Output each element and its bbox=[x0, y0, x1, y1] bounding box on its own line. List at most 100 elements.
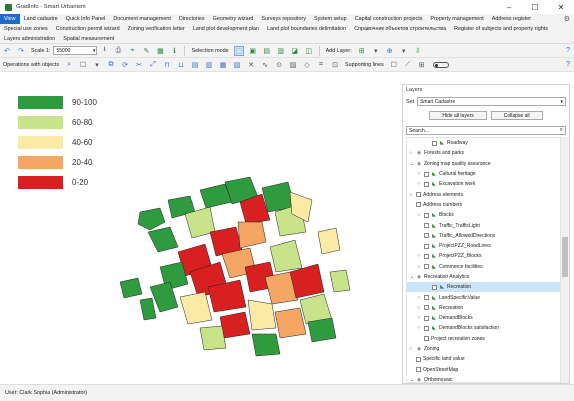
help-icon[interactable]: ? bbox=[566, 47, 570, 54]
layer-visibility-checkbox[interactable] bbox=[416, 356, 421, 362]
pencil-icon[interactable]: ✎ bbox=[141, 46, 151, 56]
undo-icon[interactable]: ↶ bbox=[2, 46, 12, 56]
merge-icon[interactable]: ⊓ bbox=[162, 60, 172, 70]
layer-tree-node[interactable]: ⌄ ◉ Zoning map quality assurance bbox=[407, 159, 560, 169]
help-icon-2[interactable]: ? bbox=[566, 61, 570, 68]
doc-add-icon[interactable]: ▦ bbox=[218, 60, 228, 70]
print-icon[interactable]: ⎙ bbox=[113, 46, 123, 56]
layer-tree-node[interactable]: › ◣ Excavation work bbox=[407, 179, 560, 189]
doc-icon[interactable]: ▤ bbox=[190, 60, 200, 70]
menu-item[interactable]: Spatial measurement bbox=[59, 34, 118, 44]
layer-visibility-checkbox[interactable] bbox=[424, 325, 429, 331]
layer-tree-node[interactable]: › Address elements bbox=[407, 189, 560, 199]
scrollbar-thumb[interactable] bbox=[562, 237, 568, 277]
layer-tree-node[interactable]: Specific land value bbox=[407, 354, 560, 364]
menu-item[interactable]: Capital construction projects bbox=[351, 14, 427, 24]
layer-tree-node[interactable]: › ◣ Commerce facilities bbox=[407, 262, 560, 272]
layer-tree-node[interactable]: Address numbers bbox=[407, 200, 560, 210]
doc-attach-icon[interactable]: ▧ bbox=[232, 60, 242, 70]
layer-tree-node[interactable]: › ◣ Blocks bbox=[407, 210, 560, 220]
menu-item[interactable]: Land cadastre bbox=[20, 14, 62, 24]
lines-grid-icon[interactable]: ⊞ bbox=[417, 60, 427, 70]
cut-icon[interactable]: ✂ bbox=[134, 60, 144, 70]
zoom-to-icon[interactable]: ⌕ bbox=[64, 60, 74, 70]
layer-tree-node[interactable]: ◣ Recreation bbox=[407, 282, 560, 293]
layer-visibility-checkbox[interactable] bbox=[424, 212, 429, 218]
node-icon[interactable]: ⊙ bbox=[274, 60, 284, 70]
select-intersect-icon[interactable]: ▥ bbox=[276, 46, 286, 56]
layer-tree-node[interactable]: › ◣ Cultural heritage bbox=[407, 169, 560, 179]
select-polygon-icon[interactable]: ◪ bbox=[290, 46, 300, 56]
layer-tree-node[interactable]: ◣ Traffic_AllowedDirections bbox=[407, 231, 560, 241]
layer-tree-node[interactable]: ⌄ ◉ Orthomosaic bbox=[407, 375, 560, 382]
close-icon[interactable]: ✕ bbox=[548, 0, 574, 14]
select-add-icon[interactable]: ▣ bbox=[248, 46, 258, 56]
menu-item[interactable]: View bbox=[0, 14, 20, 24]
layer-tree-node[interactable]: › ◣ LandSpecificValue bbox=[407, 292, 560, 302]
menu-item[interactable]: Land plot boundaries delimitation bbox=[263, 24, 350, 34]
menu-item[interactable]: Zoning verification letter bbox=[124, 24, 189, 34]
split-icon[interactable]: ⊔ bbox=[176, 60, 186, 70]
layer-visibility-checkbox[interactable] bbox=[424, 295, 429, 301]
layer-tree-scrollbar[interactable] bbox=[561, 137, 569, 383]
layer-tree-node[interactable]: › ◉ Zoning bbox=[407, 344, 560, 354]
measure-icon[interactable]: ⊡ bbox=[330, 60, 340, 70]
download-icon[interactable]: ⭳ bbox=[99, 46, 109, 56]
layer-tree-node[interactable]: ◣ Roadway bbox=[407, 138, 560, 148]
layer-visibility-checkbox[interactable] bbox=[432, 140, 437, 146]
lines-checkbox-icon[interactable]: ☐ bbox=[389, 60, 399, 70]
layer-visibility-checkbox[interactable] bbox=[416, 192, 421, 198]
layer-tree-node[interactable]: OpenStreetMap bbox=[407, 365, 560, 375]
minimize-icon[interactable]: – bbox=[496, 0, 522, 14]
menu-item[interactable]: Property management bbox=[426, 14, 487, 24]
layer-visibility-checkbox[interactable] bbox=[424, 233, 429, 239]
menu-item[interactable]: Directories bbox=[175, 14, 209, 24]
menu-item[interactable]: Register of subjects and property rights bbox=[450, 24, 552, 34]
layer-tree-node[interactable]: › ◣ ProjectPZZ_Blocks bbox=[407, 251, 560, 261]
layer-visibility-checkbox[interactable] bbox=[424, 223, 429, 229]
layer-options-icon[interactable]: ▾ bbox=[399, 46, 409, 56]
layer-tree-node[interactable]: › ◣ Recreation bbox=[407, 303, 560, 313]
add-layer-dropdown-icon[interactable]: ▾ bbox=[371, 46, 381, 56]
menu-item[interactable]: Address register bbox=[488, 14, 535, 24]
select-pointer-icon[interactable]: ⬚ bbox=[233, 45, 244, 56]
layer-visibility-checkbox[interactable] bbox=[424, 181, 429, 187]
curve-icon[interactable]: ∿ bbox=[260, 60, 270, 70]
hide-all-layers-button[interactable]: Hide all layers bbox=[429, 111, 487, 120]
menu-item[interactable]: Layers administration bbox=[0, 34, 59, 44]
select-clear-icon[interactable]: ◫ bbox=[304, 46, 314, 56]
collapse-all-button[interactable]: Collapse all bbox=[490, 111, 543, 120]
refresh-icon[interactable]: ⟳ bbox=[120, 60, 130, 70]
cross-icon[interactable]: ✕ bbox=[246, 60, 256, 70]
layer-tree-node[interactable]: › ◣ DemandBlocks satisfaction bbox=[407, 323, 560, 333]
copy-icon[interactable]: ⧉ bbox=[106, 60, 116, 70]
menu-item[interactable]: Справочник объектов строительства bbox=[350, 24, 450, 34]
select-remove-icon[interactable]: ▤ bbox=[262, 46, 272, 56]
layer-tree-node[interactable]: ◣ Traffic_TrafficLight bbox=[407, 220, 560, 230]
menu-item[interactable]: Land plot development plan bbox=[189, 24, 263, 34]
layer-search-input[interactable]: Search... bbox=[406, 126, 566, 135]
redo-icon[interactable]: ↷ bbox=[16, 46, 26, 56]
layer-visibility-checkbox[interactable] bbox=[424, 253, 429, 259]
layer-visibility-checkbox[interactable] bbox=[424, 305, 429, 311]
layer-visibility-checkbox[interactable] bbox=[424, 243, 429, 249]
layer-visibility-checkbox[interactable] bbox=[424, 336, 429, 342]
map-pin-icon[interactable]: ⌖ bbox=[127, 46, 137, 56]
settings-gear-icon[interactable]: ⚙ bbox=[564, 15, 570, 23]
map-canvas[interactable]: 90-100 60-80 40-60 20-40 0-20 bbox=[0, 72, 398, 384]
lines-diagonal-icon[interactable]: ⟋ bbox=[403, 60, 413, 70]
supporting-lines-toggle[interactable] bbox=[432, 61, 449, 68]
menu-item[interactable]: Document management bbox=[109, 14, 175, 24]
hatch-icon[interactable]: ▨ bbox=[288, 60, 298, 70]
menu-item[interactable]: Geometry wizard bbox=[209, 14, 258, 24]
menu-item[interactable]: Special use zones bbox=[0, 24, 52, 34]
layer-visibility-checkbox[interactable] bbox=[424, 315, 429, 321]
add-layer-icon[interactable]: ⊞ bbox=[357, 46, 367, 56]
layer-tree-node[interactable]: › ◣ DemandBlocks bbox=[407, 313, 560, 323]
menu-item[interactable]: System setup bbox=[310, 14, 351, 24]
doc-edit-icon[interactable]: ▥ bbox=[204, 60, 214, 70]
layer-file-icon[interactable]: ⊕ bbox=[385, 46, 395, 56]
layer-visibility-checkbox[interactable] bbox=[432, 284, 437, 290]
menu-item[interactable]: Construction permit wizard bbox=[52, 24, 124, 34]
layer-set-select[interactable]: Smart Cadastre bbox=[417, 97, 566, 106]
